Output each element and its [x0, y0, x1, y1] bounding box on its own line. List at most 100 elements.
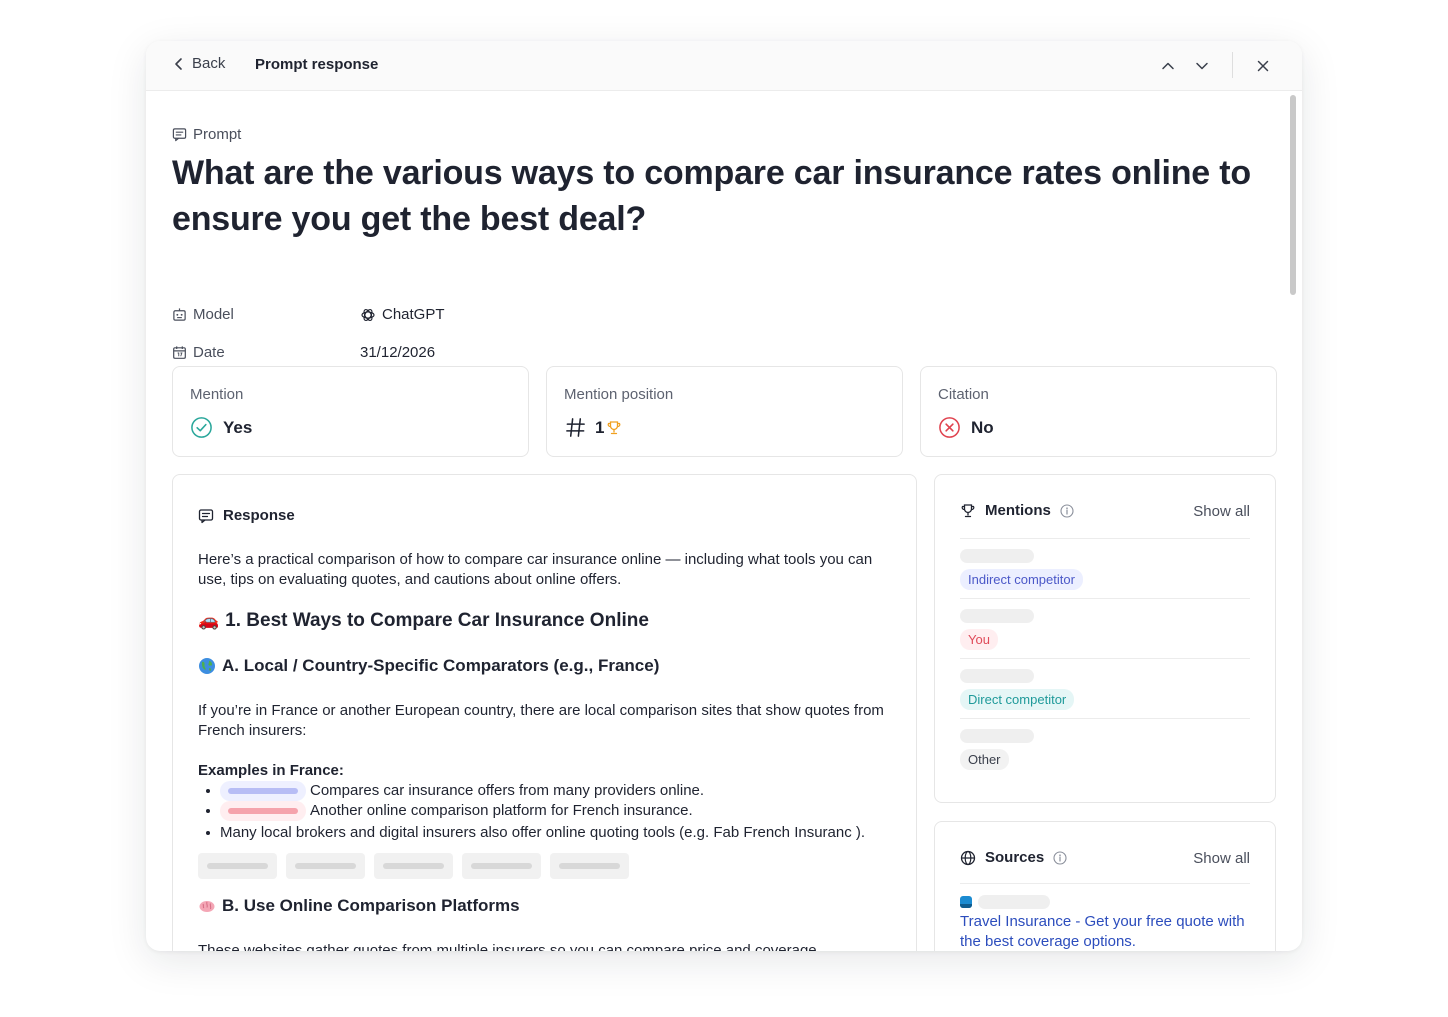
- redacted-name: [960, 729, 1034, 743]
- status-badge: Direct competitor: [960, 689, 1075, 710]
- status-badge: Indirect competitor: [960, 569, 1083, 590]
- calendar-icon: [173, 346, 186, 359]
- citation-value-text: No: [971, 417, 994, 437]
- response-heading: Response: [198, 507, 295, 524]
- model-label: Model: [193, 306, 234, 323]
- chevron-up-icon: [1162, 62, 1174, 70]
- trophy-icon: [608, 420, 621, 434]
- mention-position-label: Mention position: [564, 386, 674, 403]
- previous-button[interactable]: [1156, 55, 1180, 77]
- mentions-heading: Mentions: [960, 502, 1074, 519]
- list-item[interactable]: You: [960, 599, 1250, 659]
- section-a-paragraph: If you’re in France or another European …: [198, 702, 884, 739]
- content-area: Prompt What are the various ways to comp…: [146, 92, 1302, 951]
- model-row: Model ChatGPT: [172, 306, 445, 323]
- bullet-dot: [206, 789, 210, 793]
- status-badge: Other: [960, 749, 1009, 770]
- divider: [960, 883, 1250, 884]
- model-value: ChatGPT: [360, 306, 445, 323]
- prompt-text: What are the various ways to compare car…: [172, 154, 1251, 238]
- mention-position-card: Mention position 1: [546, 366, 903, 457]
- favicon-icon: [960, 896, 972, 908]
- redacted-name: [960, 549, 1034, 563]
- examples-title: Examples in France:: [198, 762, 344, 779]
- toolbar-divider: [1232, 52, 1233, 78]
- section-1-title: 1. Best Ways to Compare Car Insurance On…: [225, 610, 649, 631]
- citation-card: Citation No: [920, 366, 1277, 457]
- date-key: Date: [172, 344, 360, 361]
- brain-emoji-icon: [199, 901, 215, 912]
- date-value: 31/12/2026: [360, 344, 436, 361]
- car-emoji-icon: 🚗: [198, 611, 220, 630]
- position-number-wrap: 1: [595, 418, 622, 438]
- source-link[interactable]: Travel Insurance - Get your free quote w…: [960, 912, 1260, 951]
- scrollbar[interactable]: [1290, 95, 1296, 947]
- info-icon[interactable]: [1053, 850, 1067, 865]
- back-label: Back: [192, 55, 226, 72]
- source-chip[interactable]: [286, 853, 365, 879]
- mention-label: Mention: [190, 386, 244, 403]
- trophy-icon: [961, 503, 975, 517]
- mention-position-value: 1: [564, 416, 622, 439]
- bullet-text: Many local brokers and digital insurers …: [220, 824, 866, 841]
- section-a-heading: A. Local / Country-Specific Comparators …: [198, 656, 659, 676]
- mentions-show-all-link[interactable]: Show all: [1193, 503, 1250, 520]
- position-number: 1: [595, 417, 605, 437]
- close-icon: [1257, 60, 1269, 72]
- hash-icon: [566, 418, 585, 437]
- section-b-heading: B. Use Online Comparison Platforms: [198, 896, 520, 916]
- sources-heading: Sources: [960, 849, 1067, 866]
- list-item: Another online comparison platform for F…: [206, 801, 693, 821]
- close-button[interactable]: [1251, 55, 1275, 77]
- redacted-name: [960, 609, 1034, 623]
- mention-value: Yes: [190, 416, 252, 439]
- sources-title: Sources: [985, 849, 1045, 866]
- section-1-heading: 🚗 1. Best Ways to Compare Car Insurance …: [198, 610, 649, 632]
- model-key: Model: [172, 306, 360, 323]
- mentions-card: Mentions Show all Indirect competitor Yo…: [934, 474, 1276, 803]
- list-item: Compares car insurance offers from many …: [206, 781, 704, 801]
- globe-emoji-icon: [199, 658, 215, 674]
- list-item[interactable]: Direct competitor: [960, 659, 1250, 719]
- model-name: ChatGPT: [382, 306, 445, 323]
- info-icon[interactable]: [1060, 503, 1074, 518]
- bullet-text: Another online comparison platform for F…: [310, 802, 693, 819]
- redacted-brand: [220, 801, 306, 821]
- prompt-label: Prompt: [172, 126, 241, 143]
- robot-icon: [173, 308, 186, 321]
- globe-icon: [960, 850, 976, 865]
- next-button[interactable]: [1190, 55, 1214, 77]
- chatgpt-logo-icon: [361, 308, 375, 321]
- redacted-name: [960, 669, 1034, 683]
- list-item[interactable]: Indirect competitor: [960, 539, 1250, 599]
- date-row: Date 31/12/2026: [172, 344, 435, 361]
- bullet-dot: [206, 831, 210, 835]
- source-chip[interactable]: [550, 853, 629, 879]
- source-domain: [960, 895, 1050, 909]
- list-item[interactable]: Other: [960, 719, 1250, 779]
- citation-value: No: [938, 416, 994, 439]
- page-title: Prompt response: [255, 56, 379, 73]
- source-chip[interactable]: [198, 853, 277, 879]
- section-a-title: A. Local / Country-Specific Comparators …: [222, 656, 660, 675]
- bullet-text: Compares car insurance offers from many …: [310, 782, 705, 799]
- date-label: Date: [193, 344, 225, 361]
- bullet-dot: [206, 809, 210, 813]
- mention-value-text: Yes: [223, 417, 253, 437]
- redacted-domain: [978, 895, 1050, 909]
- message-square-icon: [172, 128, 187, 142]
- source-chip[interactable]: [462, 853, 541, 879]
- back-button[interactable]: Back: [172, 55, 225, 72]
- section-b-paragraph: These websites gather quotes from multip…: [198, 942, 817, 951]
- top-bar: Back Prompt response: [146, 41, 1302, 91]
- section-b-title: B. Use Online Comparison Platforms: [222, 896, 520, 915]
- list-item: Many local brokers and digital insurers …: [206, 823, 865, 843]
- scrollbar-thumb[interactable]: [1290, 95, 1296, 295]
- citation-label: Citation: [938, 386, 989, 403]
- source-chip[interactable]: [374, 853, 453, 879]
- mention-card: Mention Yes: [172, 366, 529, 457]
- sources-show-all-link[interactable]: Show all: [1193, 850, 1250, 867]
- chevron-down-icon: [1196, 62, 1208, 70]
- prompt-response-panel: Back Prompt response Prompt What are the…: [146, 41, 1302, 951]
- chevron-left-icon: [175, 57, 182, 70]
